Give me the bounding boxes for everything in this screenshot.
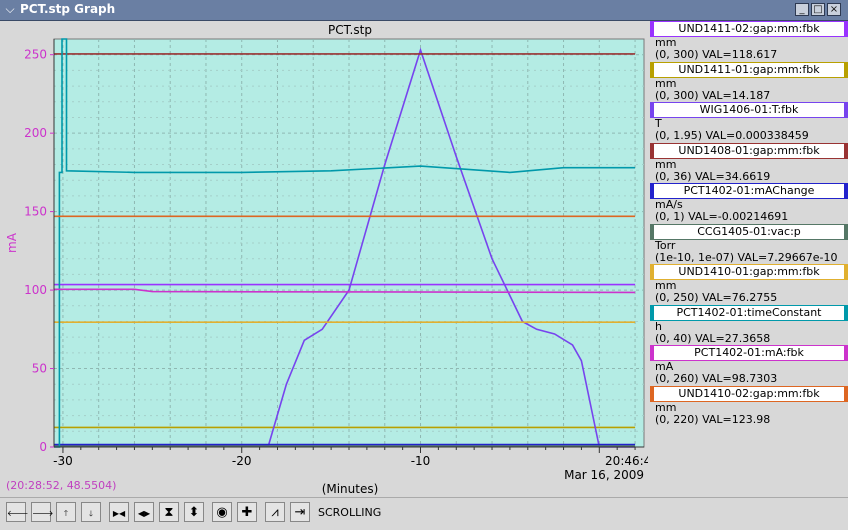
legend-pv-name[interactable]: PCT1402-01:mAChange: [650, 183, 848, 199]
autoscale-icon: ⩘: [271, 505, 279, 520]
end-time-label: 20:46:43: [605, 454, 648, 468]
x-tick-label: -20: [232, 454, 252, 468]
zoom-in-y-button[interactable]: ⧗: [159, 502, 179, 522]
y-tick-label: 200: [24, 126, 47, 140]
pan-down-button[interactable]: 🡓: [81, 502, 101, 522]
legend-pv-name[interactable]: UND1411-01:gap:mm:fbk: [650, 61, 848, 78]
target-icon: ◉: [216, 505, 228, 520]
autoscale-button[interactable]: ⩘: [265, 502, 285, 522]
scroll-to-end-button[interactable]: ⇥: [290, 502, 310, 522]
add-button[interactable]: ✚: [237, 502, 257, 522]
window-menu-icon[interactable]: ⌵: [4, 3, 16, 15]
window-titlebar: ⌵ PCT.stp Graph _ □ ×: [0, 0, 848, 21]
legend-item[interactable]: PCT1402-01:mAChange mA/s (0, 1) VAL=-0.002…: [648, 183, 848, 224]
legend-item[interactable]: UND1411-01:gap:mm:fbk mm (0, 300) VAL=14.1…: [648, 61, 848, 103]
pan-right-button[interactable]: 🡒: [31, 502, 54, 522]
x-axis-label: (Minutes): [322, 482, 379, 496]
legend-pv-name[interactable]: UND1410-02:gap:mm:fbk: [650, 385, 848, 402]
legend-item[interactable]: WIG1406-01:T:fbk T (0, 1.95) VAL=0.0003384…: [648, 102, 848, 143]
legend-range-value: (0, 250) VAL=76.2755: [655, 291, 778, 304]
arrow-down-icon: 🡓: [88, 509, 94, 518]
zoom-out-x-icon: ◀▶: [137, 509, 151, 518]
scrolling-mode-label: SCROLLING: [318, 506, 382, 519]
legend-range-value: (0, 36) VAL=34.6619: [655, 169, 771, 183]
legend-pv-name[interactable]: PCT1402-01:mA:fbk: [650, 345, 848, 361]
legend-item[interactable]: UND1411-02:gap:mm:fbk mm (0, 300) VAL=118.…: [648, 21, 848, 62]
y-tick-label: 250: [24, 48, 47, 62]
cursor-coordinates: (20:28:52, 48.5504): [6, 479, 117, 492]
legend-range-value: (0, 300) VAL=14.187: [655, 88, 771, 102]
legend-range-value: (1e-10, 1e-07) VAL=7.29667e-10: [655, 250, 838, 264]
y-tick-label: 150: [24, 205, 47, 219]
zoom-out-x-button[interactable]: ◀▶: [134, 502, 154, 522]
legend-range-value: (0, 220) VAL=123.98: [655, 412, 771, 426]
window-title: PCT.stp Graph: [20, 2, 116, 16]
zoom-out-y-button[interactable]: ⬍: [184, 502, 204, 522]
zoom-in-x-button[interactable]: ▶◀: [109, 502, 129, 522]
legend-item[interactable]: PCT1402-01:timeConstant h (0, 40) VAL=27.3…: [648, 304, 848, 346]
x-tick-label: -30: [53, 454, 73, 468]
legend-range-value: (0, 300) VAL=118.617: [655, 48, 778, 61]
legend-item[interactable]: UND1410-01:gap:mm:fbk mm (0, 250) VAL=76.2…: [648, 264, 848, 305]
legend-item[interactable]: UND1410-02:gap:mm:fbk mm (0, 220) VAL=123.…: [648, 385, 848, 427]
legend-pv-name[interactable]: PCT1402-01:timeConstant: [650, 304, 848, 321]
x-tick-label: -10: [411, 454, 431, 468]
center-button[interactable]: ◉: [212, 502, 232, 522]
chart-title: PCT.stp: [328, 23, 372, 37]
legend-pv-name[interactable]: CCG1405-01:vac:p: [650, 223, 848, 240]
y-tick-label: 50: [32, 362, 47, 376]
pan-left-button[interactable]: 🡐: [6, 502, 29, 522]
legend-pv-name[interactable]: UND1408-01:gap:mm:fbk: [650, 142, 848, 159]
plus-icon: ✚: [241, 505, 253, 520]
arrow-right-icon: 🡒: [32, 509, 54, 518]
close-button[interactable]: ×: [827, 3, 841, 16]
zoom-in-x-icon: ▶◀: [112, 509, 126, 518]
legend-pv-name[interactable]: UND1410-01:gap:mm:fbk: [650, 264, 848, 280]
legend-pv-name[interactable]: UND1411-02:gap:mm:fbk: [650, 21, 848, 37]
zoom-in-y-icon: ⧗: [164, 505, 174, 520]
legend-range-value: (0, 1) VAL=-0.00214691: [655, 210, 789, 223]
y-tick-label: 0: [39, 440, 47, 454]
end-date-label: Mar 16, 2009: [564, 468, 644, 482]
legend-item[interactable]: CCG1405-01:vac:p Torr (1e-10, 1e-07) VAL=7…: [648, 223, 848, 265]
legend-item[interactable]: PCT1402-01:mA:fbk mA (0, 260) VAL=98.7303: [648, 345, 848, 386]
legend-pv-name[interactable]: WIG1406-01:T:fbk: [650, 102, 848, 118]
strip-chart[interactable]: 0 50 100 150 200 250 -30 -20 -10 PCT.stp mA 20:…: [0, 21, 648, 496]
pan-up-button[interactable]: 🡑: [56, 502, 76, 522]
arrow-left-icon: 🡐: [7, 509, 29, 518]
legend-item[interactable]: UND1408-01:gap:mm:fbk mm (0, 36) VAL=34.66…: [648, 142, 848, 184]
y-axis-label: mA: [5, 232, 19, 253]
minimize-button[interactable]: _: [795, 3, 809, 16]
legend-range-value: (0, 40) VAL=27.3658: [655, 331, 771, 345]
toolbar: SCROLLING 🡐 🡒 🡑 🡓 ▶◀ ◀▶ ⧗ ⬍ ◉ ✚ ⩘ ⇥: [0, 497, 848, 530]
legend-range-value: (0, 260) VAL=98.7303: [655, 372, 778, 385]
legend-range-value: (0, 1.95) VAL=0.000338459: [655, 129, 809, 142]
arrow-up-icon: 🡑: [63, 509, 69, 518]
zoom-out-y-icon: ⬍: [188, 505, 200, 520]
y-tick-label: 100: [24, 283, 47, 297]
scroll-end-icon: ⇥: [294, 505, 306, 520]
legend: UND1411-02:gap:mm:fbk mm (0, 300) VAL=118.…: [648, 21, 848, 441]
maximize-button[interactable]: □: [811, 3, 825, 16]
